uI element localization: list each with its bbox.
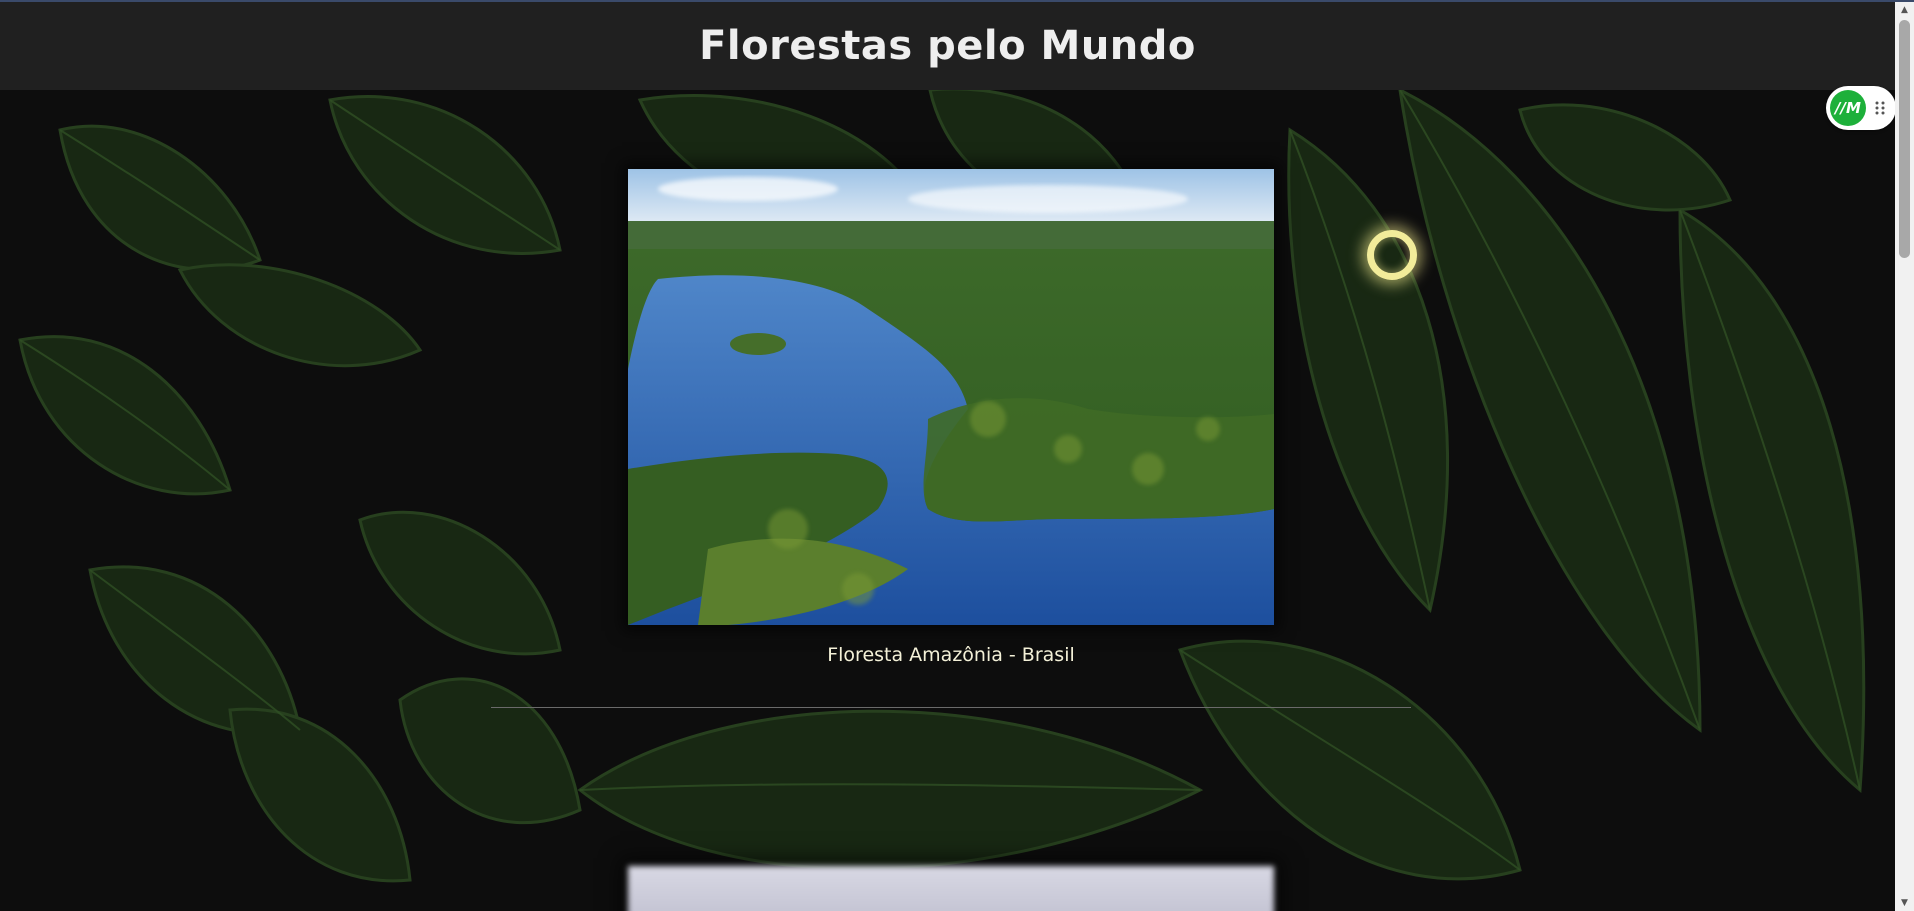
scroll-down-arrow-icon[interactable]: ▼	[1895, 895, 1914, 911]
extension-floating-widget[interactable]: //M	[1826, 86, 1896, 130]
extension-logo-icon[interactable]: //M	[1830, 90, 1866, 126]
vertical-scrollbar[interactable]: ▲ ▼	[1895, 2, 1914, 911]
photo-caption: Floresta Amazônia - Brasil	[827, 644, 1075, 666]
amazon-river-aerial-image	[628, 169, 1274, 625]
next-forest-photo	[628, 866, 1274, 911]
gallery: Floresta Amazônia - Brasil	[0, 90, 1895, 911]
cursor-highlight-ring	[1367, 230, 1417, 280]
drag-handle-icon[interactable]	[1874, 98, 1886, 118]
browser-viewport: Florestas pelo Mundo Floresta Amazônia -…	[0, 0, 1914, 911]
page-header: Florestas pelo Mundo	[0, 2, 1895, 90]
amazon-forest-photo	[628, 169, 1274, 625]
section-divider	[491, 707, 1411, 708]
scrollbar-thumb[interactable]	[1899, 20, 1910, 258]
page-title: Florestas pelo Mundo	[699, 23, 1196, 69]
scroll-up-arrow-icon[interactable]: ▲	[1895, 2, 1914, 18]
